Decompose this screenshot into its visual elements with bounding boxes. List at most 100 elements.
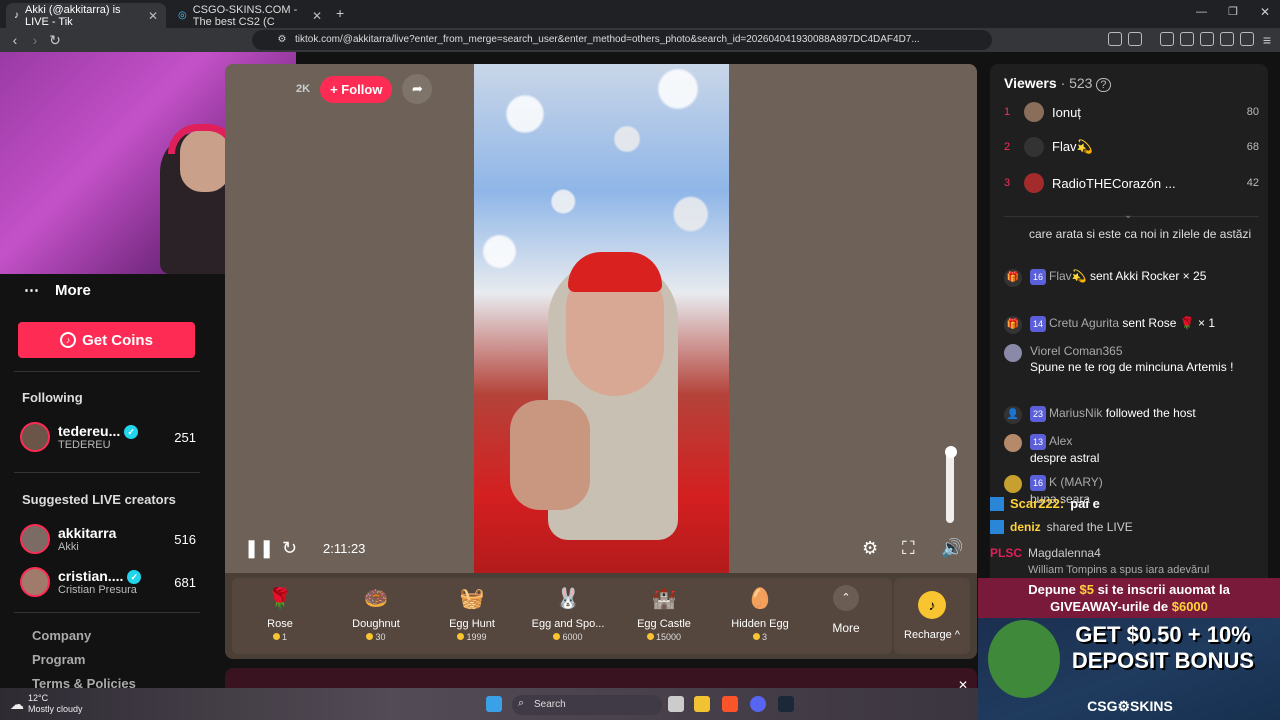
reload-icon[interactable]: ↻ <box>46 31 64 49</box>
overlay-line: Scar222: pai e <box>990 496 1100 511</box>
top-viewer-row[interactable]: 2 Flav💫 68 <box>1004 137 1259 157</box>
chat-message: 🎁 16 Flav💫 sent Akki Rocker × 25 <box>1004 268 1266 287</box>
sidebar-more[interactable]: ⋯ More <box>24 281 91 300</box>
ad-line1-post: si te inscrii auomat la <box>1093 582 1230 597</box>
tab-csgoskins[interactable]: ◎ CSGO-SKINS.COM - The best CS2 (C ✕ <box>170 3 330 28</box>
tab-tiktok[interactable]: ♪ Akki (@akkitarra) is LIVE - Tik ✕ <box>6 3 166 28</box>
fullscreen-icon[interactable]: ⛶ <box>902 538 915 559</box>
chat-text: followed the host <box>1105 406 1196 420</box>
gift-rose[interactable]: 🌹 Rose 1 <box>232 578 328 654</box>
weather-widget[interactable]: ☁ 12°C Mostly cloudy <box>10 693 83 715</box>
taskbar-search[interactable]: Search <box>512 695 662 715</box>
gift-hidden-egg[interactable]: 🥚 Hidden Egg 3 <box>712 578 808 654</box>
gift-name: Egg and Spo... <box>531 618 605 630</box>
overlay-line: PLSC Magdalenna4 <box>990 546 1101 560</box>
viewers-label: Viewers <box>1004 75 1057 91</box>
divider <box>14 371 200 372</box>
restore-icon[interactable]: ❐ <box>1228 5 1238 18</box>
pause-icon[interactable]: ❚❚ <box>244 538 274 559</box>
coin-icon: ♪ <box>60 332 77 348</box>
discord-icon[interactable] <box>750 696 766 712</box>
settings-icon[interactable]: ⚙ <box>862 538 878 559</box>
viewers-count: · 523 <box>1060 75 1093 91</box>
gift-price: 6000 <box>562 632 583 642</box>
suggested-header: Suggested LIVE creators <box>22 492 176 507</box>
share-icon[interactable]: ➦ <box>402 74 433 104</box>
top-viewer-row[interactable]: 1 Ionuț 80 <box>1004 102 1259 122</box>
follow-button[interactable]: + Follow <box>320 75 393 103</box>
footer-link-company[interactable]: Company <box>32 628 91 643</box>
back-icon[interactable]: ‹ <box>6 31 24 49</box>
info-icon[interactable]: ? <box>1096 78 1111 92</box>
ad-giveaway-text: Depune $5 si te inscrii auomat la GIVEAW… <box>978 578 1280 618</box>
bunny-icon: 🐰 <box>555 588 581 610</box>
expand-chevron-icon[interactable]: ⌄ <box>1124 210 1132 221</box>
recharge-button[interactable]: ♪ Recharge ^ <box>894 578 970 654</box>
media-icon[interactable] <box>1160 32 1174 46</box>
refresh-icon[interactable]: ↻ <box>282 538 297 559</box>
close-tab-icon[interactable]: ✕ <box>312 9 322 23</box>
avatar <box>20 567 50 597</box>
coin-icon <box>752 633 760 640</box>
weather-temp: 12°C <box>28 693 49 703</box>
volume-icon[interactable]: 🔊 <box>941 538 963 559</box>
gift-name: Egg Castle <box>637 618 691 630</box>
egg-icon: 🥚 <box>747 588 773 610</box>
start-icon[interactable] <box>486 696 502 712</box>
task-view-icon[interactable] <box>668 696 684 712</box>
gift-price: 3 <box>761 632 767 642</box>
top-viewer-row[interactable]: 3 RadioTHECorazón ... 42 <box>1004 173 1259 193</box>
suggested-sub: Cristian Presura <box>58 584 137 597</box>
level-badge: 13 <box>1030 434 1047 450</box>
gift-egg-and-spoon[interactable]: 🐰 Egg and Spo... 6000 <box>520 578 616 654</box>
follower-count: 2K <box>296 83 311 95</box>
level-badge: 16 <box>1030 269 1047 285</box>
file-explorer-icon[interactable] <box>694 696 710 712</box>
minimize-icon[interactable]: — <box>1196 6 1207 18</box>
gift-more-label: More <box>832 621 860 635</box>
menu-icon[interactable]: ≡ <box>1258 31 1276 49</box>
divider <box>14 612 200 613</box>
volume-slider[interactable] <box>946 447 954 523</box>
volume-slider-handle[interactable] <box>945 446 957 458</box>
suggested-item[interactable]: akkitarra Akki 516 <box>20 524 196 554</box>
overlay-text: shared the LIVE <box>1046 520 1133 534</box>
sidebar-icon[interactable] <box>1180 32 1194 46</box>
gift-egg-hunt[interactable]: 🧺 Egg Hunt 1999 <box>424 578 520 654</box>
forward-icon[interactable]: › <box>26 31 44 49</box>
rose-icon: 🌹 <box>267 588 293 610</box>
overlay-text: pai e <box>1070 496 1100 511</box>
brave-browser-icon[interactable] <box>722 696 738 712</box>
gift-doughnut[interactable]: 🍩 Doughnut 30 <box>328 578 424 654</box>
gift-more-button[interactable]: ⌃ More <box>826 578 866 635</box>
chevron-up-icon: ⌃ <box>833 585 859 611</box>
get-coins-label: Get Coins <box>82 331 153 349</box>
gift-egg-castle[interactable]: 🏰 Egg Castle 15000 <box>616 578 712 654</box>
steam-icon[interactable] <box>778 696 794 712</box>
shield-icon[interactable] <box>1240 32 1254 46</box>
download-icon[interactable] <box>1220 32 1234 46</box>
chat-message: Viorel Coman365 Spune ne te rog de minciu… <box>1004 343 1266 375</box>
suggested-item[interactable]: cristian.... ✓ Cristian Presura 681 <box>20 567 196 597</box>
gift-price: 30 <box>375 632 386 642</box>
monkey-mascot-icon <box>988 620 1060 698</box>
close-window-icon[interactable]: ✕ <box>1260 5 1270 19</box>
chat-username[interactable]: Alex <box>1049 434 1072 448</box>
close-tab-icon[interactable]: ✕ <box>148 9 158 23</box>
following-item[interactable]: tedereu... ✓ TEDEREU 251 <box>20 422 196 452</box>
coin-icon <box>272 633 280 640</box>
site-info-icon[interactable]: ⚙ <box>276 31 288 49</box>
footer-link-program[interactable]: Program <box>32 652 85 667</box>
chat-username[interactable]: MariusNik <box>1049 406 1102 420</box>
chat-username[interactable]: Cretu Agurita <box>1049 316 1119 330</box>
chat-username[interactable]: Flav💫 <box>1049 269 1087 283</box>
ad-line1-pre: Depune <box>1028 582 1080 597</box>
viewer-score: 68 <box>1246 141 1259 153</box>
extension-icon[interactable] <box>1128 32 1142 46</box>
extension-icon[interactable] <box>1108 32 1122 46</box>
new-tab-button[interactable]: + <box>336 5 344 21</box>
wallet-icon[interactable] <box>1200 32 1214 46</box>
suggested-name: akkitarra <box>58 525 117 541</box>
chat-username[interactable]: Viorel Coman365 <box>1030 344 1123 358</box>
get-coins-button[interactable]: ♪ Get Coins <box>18 322 195 358</box>
